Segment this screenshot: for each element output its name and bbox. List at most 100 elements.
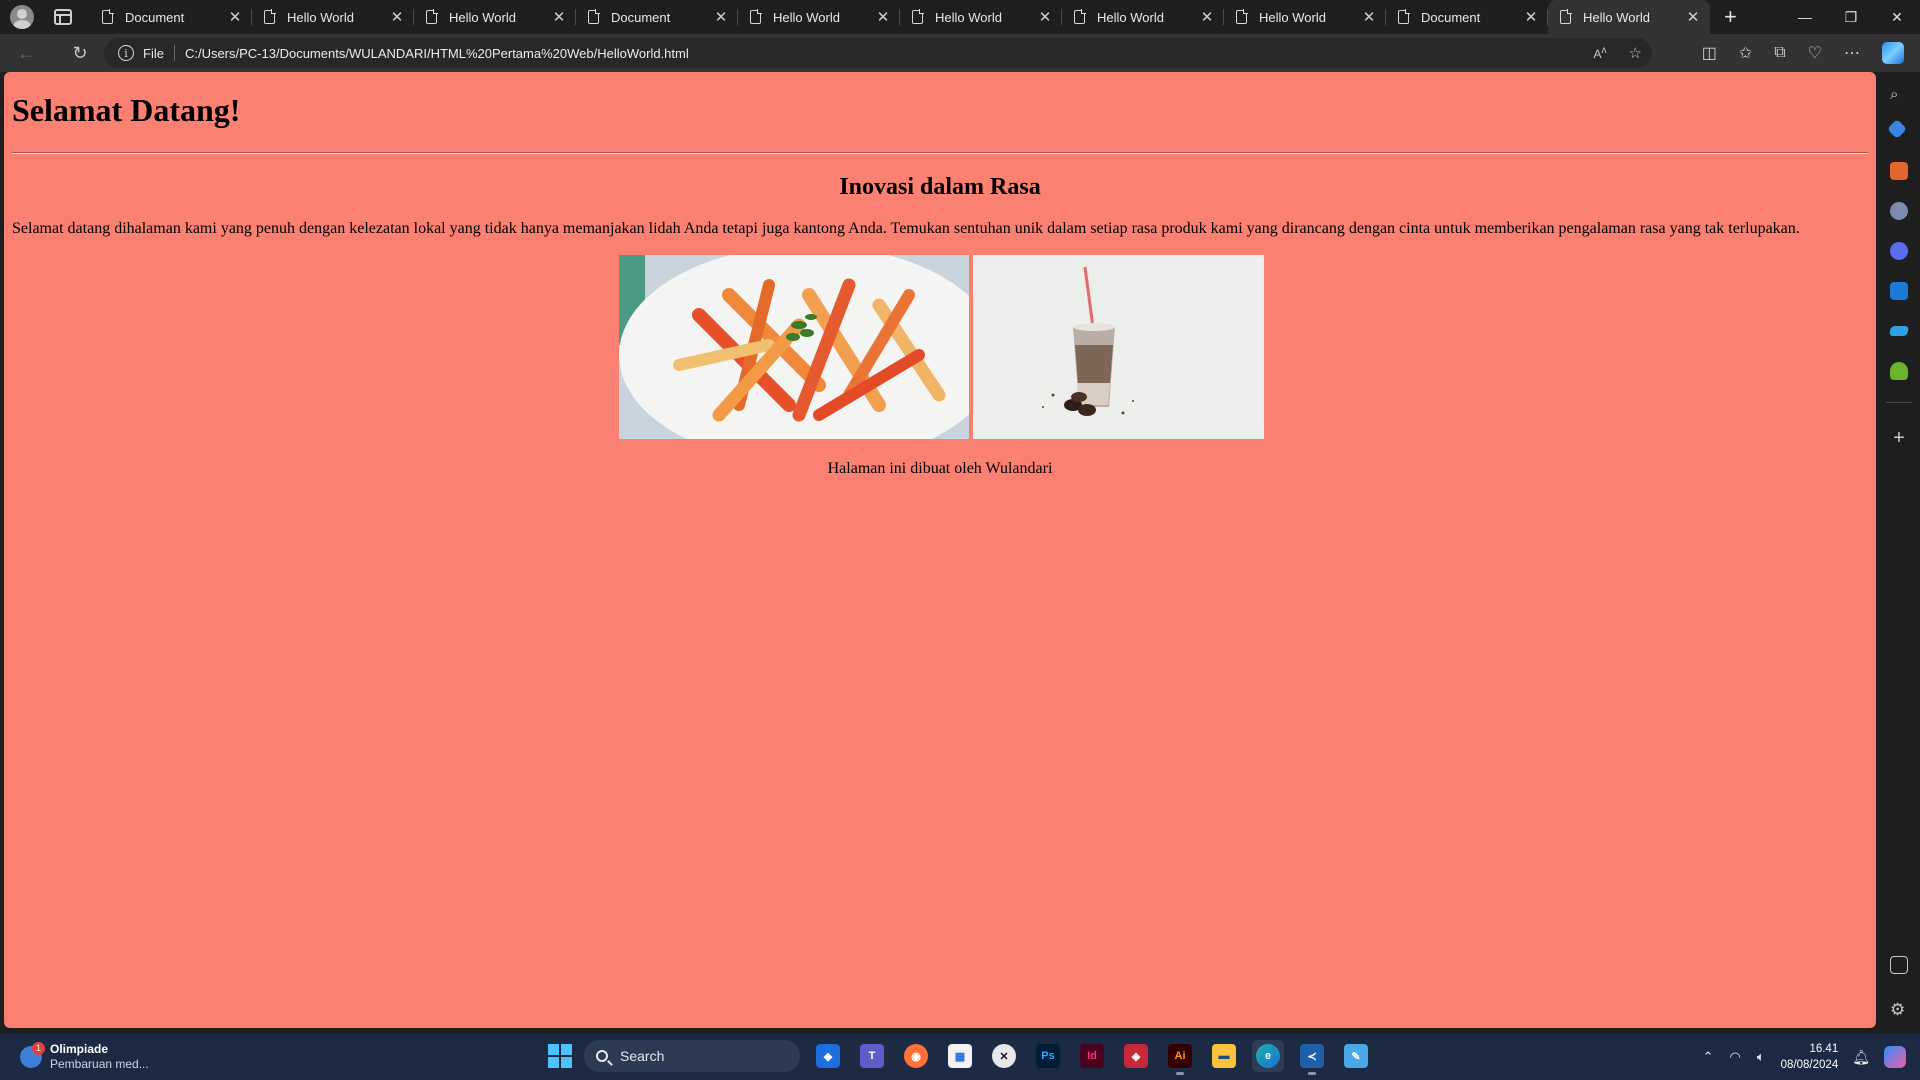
search-placeholder: Search — [620, 1048, 665, 1064]
close-tab-icon[interactable]: ✕ — [876, 8, 890, 26]
browser-essentials-icon[interactable]: ♡ — [1808, 43, 1822, 63]
tab-active[interactable]: Hello World ✕ — [1548, 0, 1710, 34]
document-icon — [264, 9, 276, 24]
windows-start-icon[interactable] — [548, 1044, 572, 1068]
settings-gear-icon[interactable]: ⚙ — [1890, 1000, 1908, 1019]
close-tab-icon[interactable]: ✕ — [1524, 8, 1538, 26]
tab[interactable]: Hello World ✕ — [738, 0, 900, 34]
indesign-icon[interactable]: Id — [1076, 1040, 1108, 1072]
more-options-icon[interactable]: ⋯ — [1844, 43, 1860, 63]
copilot-icon[interactable] — [1882, 42, 1904, 64]
profile-avatar-icon[interactable] — [10, 5, 34, 29]
drop-send-icon[interactable] — [1888, 326, 1910, 336]
page-subtitle: Inovasi dalam Rasa — [839, 174, 1041, 200]
photoshop-icon[interactable]: Ps — [1032, 1040, 1064, 1072]
back-arrow-icon[interactable]: ← — [8, 38, 44, 68]
close-tab-icon[interactable]: ✕ — [1362, 8, 1376, 26]
close-tab-icon[interactable]: ✕ — [1038, 8, 1052, 26]
document-icon — [588, 9, 600, 24]
close-tab-icon[interactable]: ✕ — [228, 8, 242, 26]
firefox-icon[interactable]: ◉ — [900, 1040, 932, 1072]
document-icon — [912, 9, 924, 24]
dropbox-icon[interactable]: ◆ — [812, 1040, 844, 1072]
widgets-news[interactable]: 1 Olimpiade Pembaruan med... — [20, 1042, 149, 1072]
tools-icon[interactable] — [1890, 162, 1908, 180]
document-icon — [750, 9, 762, 24]
address-bar[interactable]: i File C:/Users/PC-13/Documents/WULANDAR… — [104, 38, 1652, 68]
document-icon — [1074, 9, 1086, 24]
tab[interactable]: Document ✕ — [576, 0, 738, 34]
edge-icon[interactable]: e — [1252, 1040, 1284, 1072]
volume-icon[interactable]: 🔈︎ — [1757, 1049, 1765, 1065]
chevron-up-icon[interactable]: ⌃ — [1703, 1049, 1714, 1065]
copilot-tray-icon[interactable] — [1884, 1046, 1906, 1068]
window-controls: — ❐ ✕ — [1782, 0, 1920, 34]
info-icon[interactable]: i — [118, 45, 134, 61]
new-tab-button[interactable]: + — [1724, 4, 1737, 30]
shopping-tag-icon[interactable] — [1887, 119, 1907, 139]
read-aloud-icon[interactable]: Aʌ — [1594, 45, 1607, 61]
restore-icon[interactable]: ❐ — [1828, 0, 1874, 34]
split-screen-icon[interactable]: ◫ — [1702, 43, 1717, 63]
screenshot-icon[interactable] — [1890, 956, 1908, 974]
outlook-icon[interactable] — [1890, 282, 1908, 300]
tab[interactable]: Hello World ✕ — [414, 0, 576, 34]
toolbar-actions: ◫ ✩ ⧉ ♡ ⋯ — [1702, 34, 1904, 72]
scheme-label: File — [143, 45, 164, 61]
games-icon[interactable] — [1890, 202, 1908, 220]
widget-text: Olimpiade Pembaruan med... — [50, 1042, 149, 1072]
taskbar-search[interactable]: Search — [584, 1040, 800, 1072]
wifi-icon[interactable]: ◠ — [1730, 1049, 1741, 1065]
tab-strip: Document ✕ Hello World ✕ Hello World ✕ Docu… — [0, 0, 1920, 34]
refresh-icon[interactable]: ↻ — [62, 38, 98, 68]
clock[interactable]: 16.41 08/08/2024 — [1781, 1041, 1839, 1073]
tab[interactable]: Hello World ✕ — [1224, 0, 1386, 34]
close-tab-icon[interactable]: ✕ — [552, 8, 566, 26]
search-icon[interactable]: ⌕ — [1890, 86, 1908, 104]
vscode-icon[interactable]: ≺ — [1296, 1040, 1328, 1075]
document-icon — [1398, 9, 1410, 24]
paint-icon[interactable]: ✎ — [1340, 1040, 1372, 1072]
document-icon — [1236, 9, 1248, 24]
file-explorer-icon[interactable]: ▬ — [1208, 1040, 1240, 1072]
favorite-star-icon[interactable]: ☆ — [1629, 44, 1642, 62]
tab[interactable]: Hello World ✕ — [1062, 0, 1224, 34]
url-text[interactable]: C:/Users/PC-13/Documents/WULANDARI/HTML%… — [185, 46, 689, 61]
xbox-icon[interactable]: ✕ — [988, 1040, 1020, 1072]
tab-label: Document — [611, 9, 671, 25]
close-window-icon[interactable]: ✕ — [1874, 0, 1920, 34]
close-tab-icon[interactable]: ✕ — [714, 8, 728, 26]
fries-illustration — [619, 255, 969, 439]
tab-label: Hello World — [1259, 9, 1326, 25]
tab-actions-icon[interactable] — [54, 9, 72, 25]
close-tab-icon[interactable]: ✕ — [1200, 8, 1214, 26]
close-tab-icon[interactable]: ✕ — [390, 8, 404, 26]
tab-label: Document — [1421, 9, 1481, 25]
add-sidebar-item-icon[interactable]: + — [1890, 427, 1908, 450]
copilot-m365-icon[interactable] — [1890, 242, 1908, 260]
tree-icon[interactable] — [1890, 362, 1908, 380]
sidebar-divider — [1886, 402, 1912, 403]
teams-icon[interactable]: T — [856, 1040, 888, 1072]
illustrator-icon[interactable]: Ai — [1164, 1040, 1196, 1075]
document-icon — [426, 9, 438, 24]
tab-label: Hello World — [773, 9, 840, 25]
search-icon — [596, 1050, 608, 1062]
address-bar-actions: Aʌ ☆ — [1594, 38, 1642, 68]
tab[interactable]: Hello World ✕ — [900, 0, 1062, 34]
collections-icon[interactable]: ⧉ — [1774, 44, 1785, 62]
tab[interactable]: Document ✕ — [90, 0, 252, 34]
tab[interactable]: Document ✕ — [1386, 0, 1548, 34]
taskbar-apps: Search ◆ T ◉ ▦ ✕ Ps Id ◈ Ai ▬ e ≺ ✎ — [548, 1040, 1372, 1075]
microsoft-store-icon[interactable]: ▦ — [944, 1040, 976, 1072]
minimize-icon[interactable]: — — [1782, 0, 1828, 34]
tab-label: Hello World — [1097, 9, 1164, 25]
close-tab-icon[interactable]: ✕ — [1686, 8, 1700, 26]
widget-subtitle: Pembaruan med... — [50, 1057, 149, 1071]
tab[interactable]: Hello World ✕ — [252, 0, 414, 34]
tab-label: Hello World — [1583, 9, 1650, 25]
notification-bell-icon[interactable]: 🔔︎ — [1852, 1049, 1870, 1066]
red-app-icon[interactable]: ◈ — [1120, 1040, 1152, 1072]
clock-date: 08/08/2024 — [1780, 1059, 1839, 1071]
favorites-icon[interactable]: ✩ — [1739, 43, 1752, 63]
